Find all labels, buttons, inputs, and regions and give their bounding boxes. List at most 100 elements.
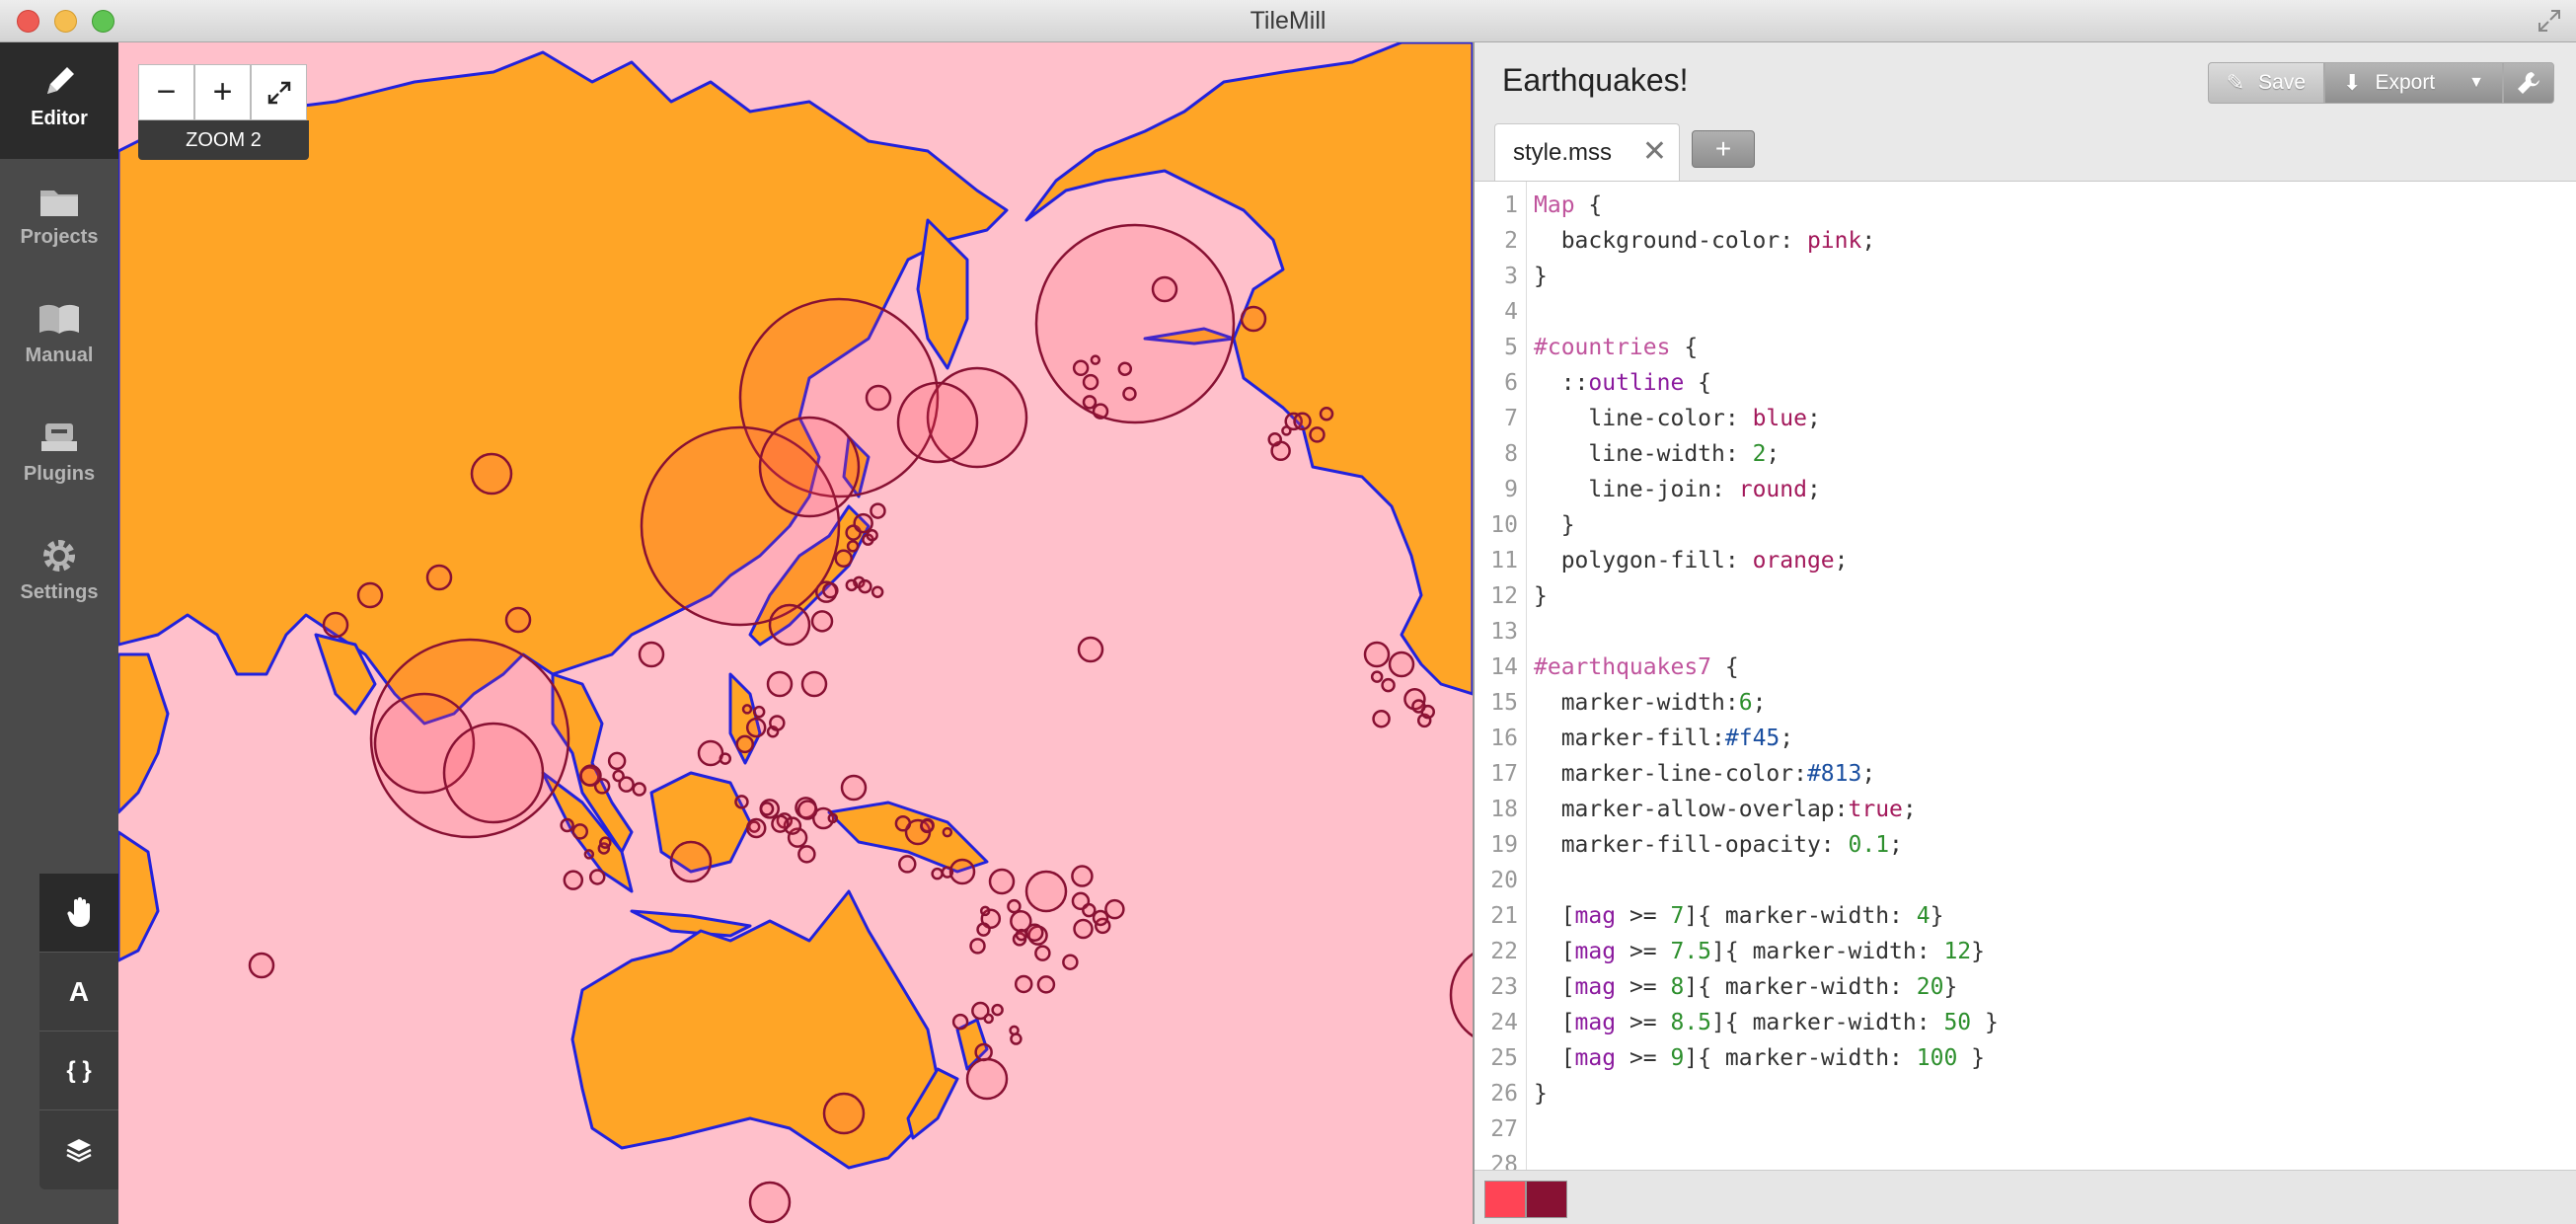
add-tab-button[interactable]: + [1692, 130, 1755, 168]
quake-marker-tiny [1071, 865, 1094, 887]
quake-marker-tiny [1104, 898, 1125, 920]
quake-marker-tiny [810, 610, 834, 633]
quake-marker-tiny [898, 855, 917, 874]
zoom-out-button[interactable]: − [138, 64, 194, 120]
line-number: 3 [1504, 264, 1518, 289]
map-tools: A { } [39, 874, 118, 1189]
code-editor[interactable]: 1 2 3 4 5 6 7 8 9 10 11 12 13 14 15 16 17 18 19 20 21 22 23 24 2… [1475, 182, 2576, 1171]
map-canvas[interactable] [118, 42, 1473, 1224]
quake-marker-tiny [607, 751, 627, 771]
quake-marker-tiny [942, 826, 953, 838]
quake-marker-small [865, 384, 892, 412]
pencil-icon: ✎ [2226, 70, 2245, 95]
code-line[interactable]: line-color: blue; [1534, 401, 1820, 436]
color-swatch[interactable] [1526, 1181, 1567, 1218]
quake-marker-tiny [745, 817, 767, 839]
line-number: 24 [1490, 1010, 1518, 1035]
sidebar: Editor Projects Manual Plugins Settings … [0, 42, 118, 1224]
hand-icon [67, 896, 90, 927]
fullscreen-map-button[interactable] [251, 64, 307, 120]
sidebar-item-projects[interactable]: Projects [0, 161, 118, 277]
sidebar-item-manual[interactable]: Manual [0, 279, 118, 396]
code-line[interactable]: [mag >= 7.5]{ marker-width: 12} [1534, 934, 1985, 969]
line-number: 7 [1504, 406, 1518, 431]
quake-marker-small [425, 564, 453, 591]
quake-marker-small [470, 452, 513, 496]
code-line[interactable]: marker-allow-overlap:true; [1534, 792, 1917, 827]
quake-marker-tiny [1062, 954, 1079, 970]
save-button[interactable]: ✎ Save [2207, 62, 2325, 104]
quake-marker-small [822, 1092, 866, 1135]
code-line[interactable]: polygon-fill: orange; [1534, 543, 1849, 578]
code-line[interactable]: [mag >= 7]{ marker-width: 4} [1534, 898, 1944, 934]
pan-tool[interactable] [39, 874, 118, 953]
settings-button[interactable] [2503, 62, 2554, 104]
quake-marker-tiny [1372, 709, 1391, 728]
folder-icon [40, 191, 78, 216]
fullscreen-icon[interactable] [2537, 8, 2562, 34]
quake-marker-tiny [1015, 928, 1028, 942]
code-line[interactable]: [mag >= 8]{ marker-width: 20} [1534, 969, 1958, 1005]
wrench-icon [2518, 72, 2539, 94]
sidebar-item-editor[interactable]: Editor [0, 42, 118, 159]
code-line[interactable]: marker-width:6; [1534, 685, 1767, 721]
window-titlebar: TileMill [0, 0, 2576, 42]
quake-marker-tiny [853, 512, 873, 534]
code-line[interactable]: } [1534, 1076, 1548, 1111]
text-tool[interactable]: A [39, 953, 118, 1032]
map-view[interactable]: − + ZOOM 2 [118, 42, 1473, 1224]
template-tool[interactable]: { } [39, 1032, 118, 1110]
code-line[interactable]: [mag >= 8.5]{ marker-width: 50 } [1534, 1005, 1999, 1040]
line-number: 13 [1490, 619, 1518, 645]
tab-label: style.mss [1513, 139, 1613, 166]
line-number: 19 [1490, 832, 1518, 858]
sidebar-item-settings[interactable]: Settings [0, 516, 118, 633]
code-line[interactable]: marker-fill:#f45; [1534, 721, 1793, 756]
code-line[interactable]: Map { [1534, 188, 1602, 223]
code-line[interactable]: #earthquakes7 { [1534, 650, 1739, 685]
code-line[interactable]: ::outline { [1534, 365, 1711, 401]
code-line[interactable]: } [1534, 259, 1548, 294]
quake-marker-tiny [951, 1013, 969, 1031]
quake-marker-tiny [583, 849, 595, 860]
tab-style-mss[interactable]: style.mss ✕ [1494, 123, 1680, 181]
layers-tool[interactable] [39, 1110, 118, 1189]
quake-marker-tiny [1072, 359, 1090, 377]
zoom-in-button[interactable]: + [194, 64, 251, 120]
chevron-down-icon[interactable]: ▼ [2468, 74, 2484, 92]
project-title: Earthquakes! [1502, 62, 1689, 98]
code-line[interactable]: marker-fill-opacity: 0.1; [1534, 827, 1903, 863]
code-line[interactable]: [mag >= 9]{ marker-width: 100 } [1534, 1040, 1985, 1076]
quake-marker-small [840, 774, 868, 802]
line-number: 20 [1490, 868, 1518, 893]
color-swatch[interactable] [1484, 1181, 1526, 1218]
line-number: 28 [1490, 1152, 1518, 1171]
code-line[interactable]: background-color: pink; [1534, 223, 1876, 259]
quake-marker-medium [442, 722, 545, 824]
quake-marker-small [766, 670, 794, 698]
line-number: 16 [1490, 726, 1518, 751]
quake-marker-tiny [894, 815, 912, 832]
code-line[interactable]: line-width: 2; [1534, 436, 1780, 472]
window-title: TileMill [1250, 7, 1326, 35]
code-line[interactable]: marker-line-color:#813; [1534, 756, 1876, 792]
line-number-gutter: 1 2 3 4 5 6 7 8 9 10 11 12 13 14 15 16 17 18 19 20 21 22 23 24 2… [1475, 182, 1527, 1171]
code-line[interactable]: } [1534, 507, 1575, 543]
close-tab-icon[interactable]: ✕ [1642, 134, 1667, 169]
quake-marker-tiny [1082, 395, 1098, 410]
code-line[interactable]: line-join: round; [1534, 472, 1820, 507]
quake-marker-small [768, 603, 811, 647]
pencil-icon [47, 67, 74, 94]
export-button[interactable]: ⬇ Export ▼ [2324, 62, 2503, 104]
quake-marker-tiny [822, 581, 839, 599]
line-number: 26 [1490, 1081, 1518, 1107]
quake-marker-small [1151, 275, 1178, 303]
line-number: 1 [1504, 192, 1518, 218]
line-number: 14 [1490, 654, 1518, 680]
quake-marker-tiny [1082, 902, 1097, 918]
quake-marker-tiny [941, 866, 954, 879]
line-number: 6 [1504, 370, 1518, 396]
sidebar-item-plugins[interactable]: Plugins [0, 398, 118, 514]
code-line[interactable]: } [1534, 578, 1548, 614]
code-line[interactable]: #countries { [1534, 330, 1698, 365]
